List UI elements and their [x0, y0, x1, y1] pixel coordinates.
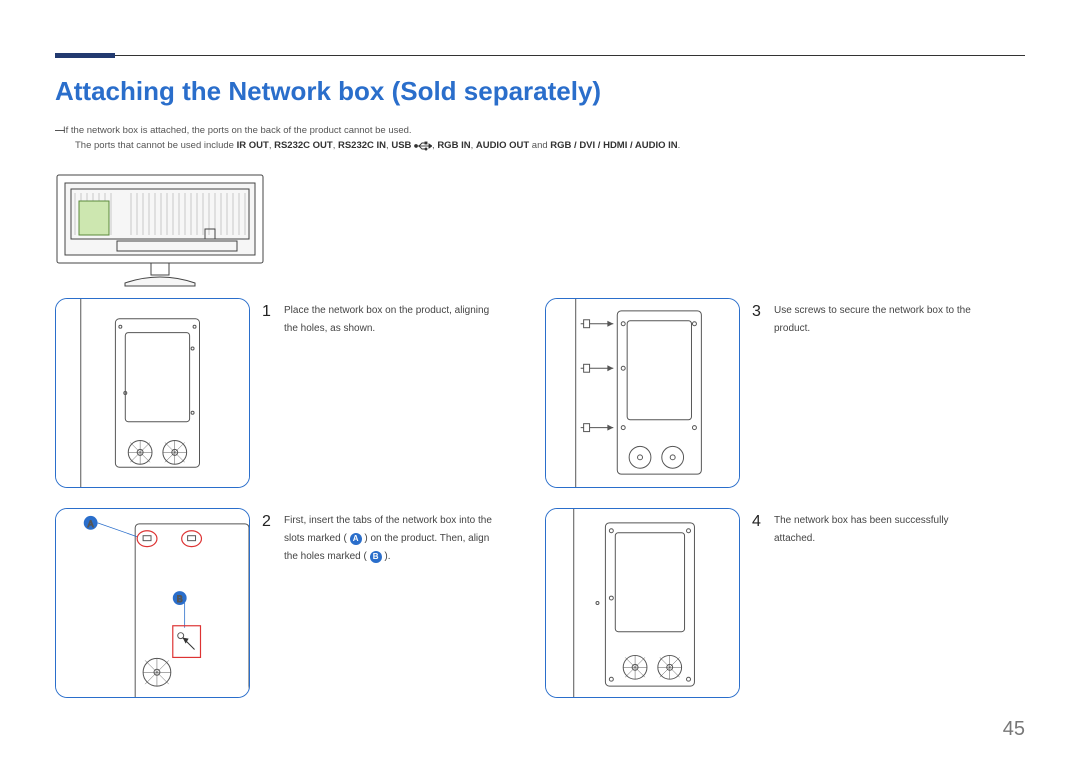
- label-b-icon: B: [370, 551, 382, 563]
- note-line2: The ports that cannot be used include IR…: [75, 138, 1025, 153]
- note-line1: If the network box is attached, the port…: [63, 125, 412, 136]
- label-a-icon: A: [350, 533, 362, 545]
- usb-icon: [414, 141, 432, 151]
- page-number: 45: [1003, 718, 1025, 741]
- note-block: If the network box is attached, the port…: [63, 123, 1025, 153]
- page-title: Attaching the Network box (Sold separate…: [55, 76, 1025, 107]
- step-1: 1 Place the network box on the product, …: [55, 298, 535, 488]
- step-3-illustration: [545, 298, 740, 488]
- svg-text:A: A: [88, 519, 94, 529]
- step-3-number: 3: [752, 302, 766, 338]
- step-3: 3 Use screws to secure the network box t…: [545, 298, 1025, 488]
- step-2-number: 2: [262, 512, 276, 566]
- step-4-text: The network box has been successfully at…: [774, 512, 984, 548]
- steps-grid: 1 Place the network box on the product, …: [55, 298, 1025, 698]
- step-1-illustration: [55, 298, 250, 488]
- step-2-illustration: A B: [55, 508, 250, 698]
- step-4-number: 4: [752, 512, 766, 548]
- svg-text:B: B: [177, 594, 183, 604]
- step-4-illustration: [545, 508, 740, 698]
- header-rule: [55, 55, 1025, 56]
- step-2-text: First, insert the tabs of the network bo…: [284, 512, 494, 566]
- step-1-text: Place the network box on the product, al…: [284, 302, 494, 338]
- step-1-number: 1: [262, 302, 276, 338]
- step-3-text: Use screws to secure the network box to …: [774, 302, 984, 338]
- monitor-back-illustration: [55, 173, 1025, 288]
- step-2: A B: [55, 508, 535, 698]
- step-4: 4 The network box has been successfully …: [545, 508, 1025, 698]
